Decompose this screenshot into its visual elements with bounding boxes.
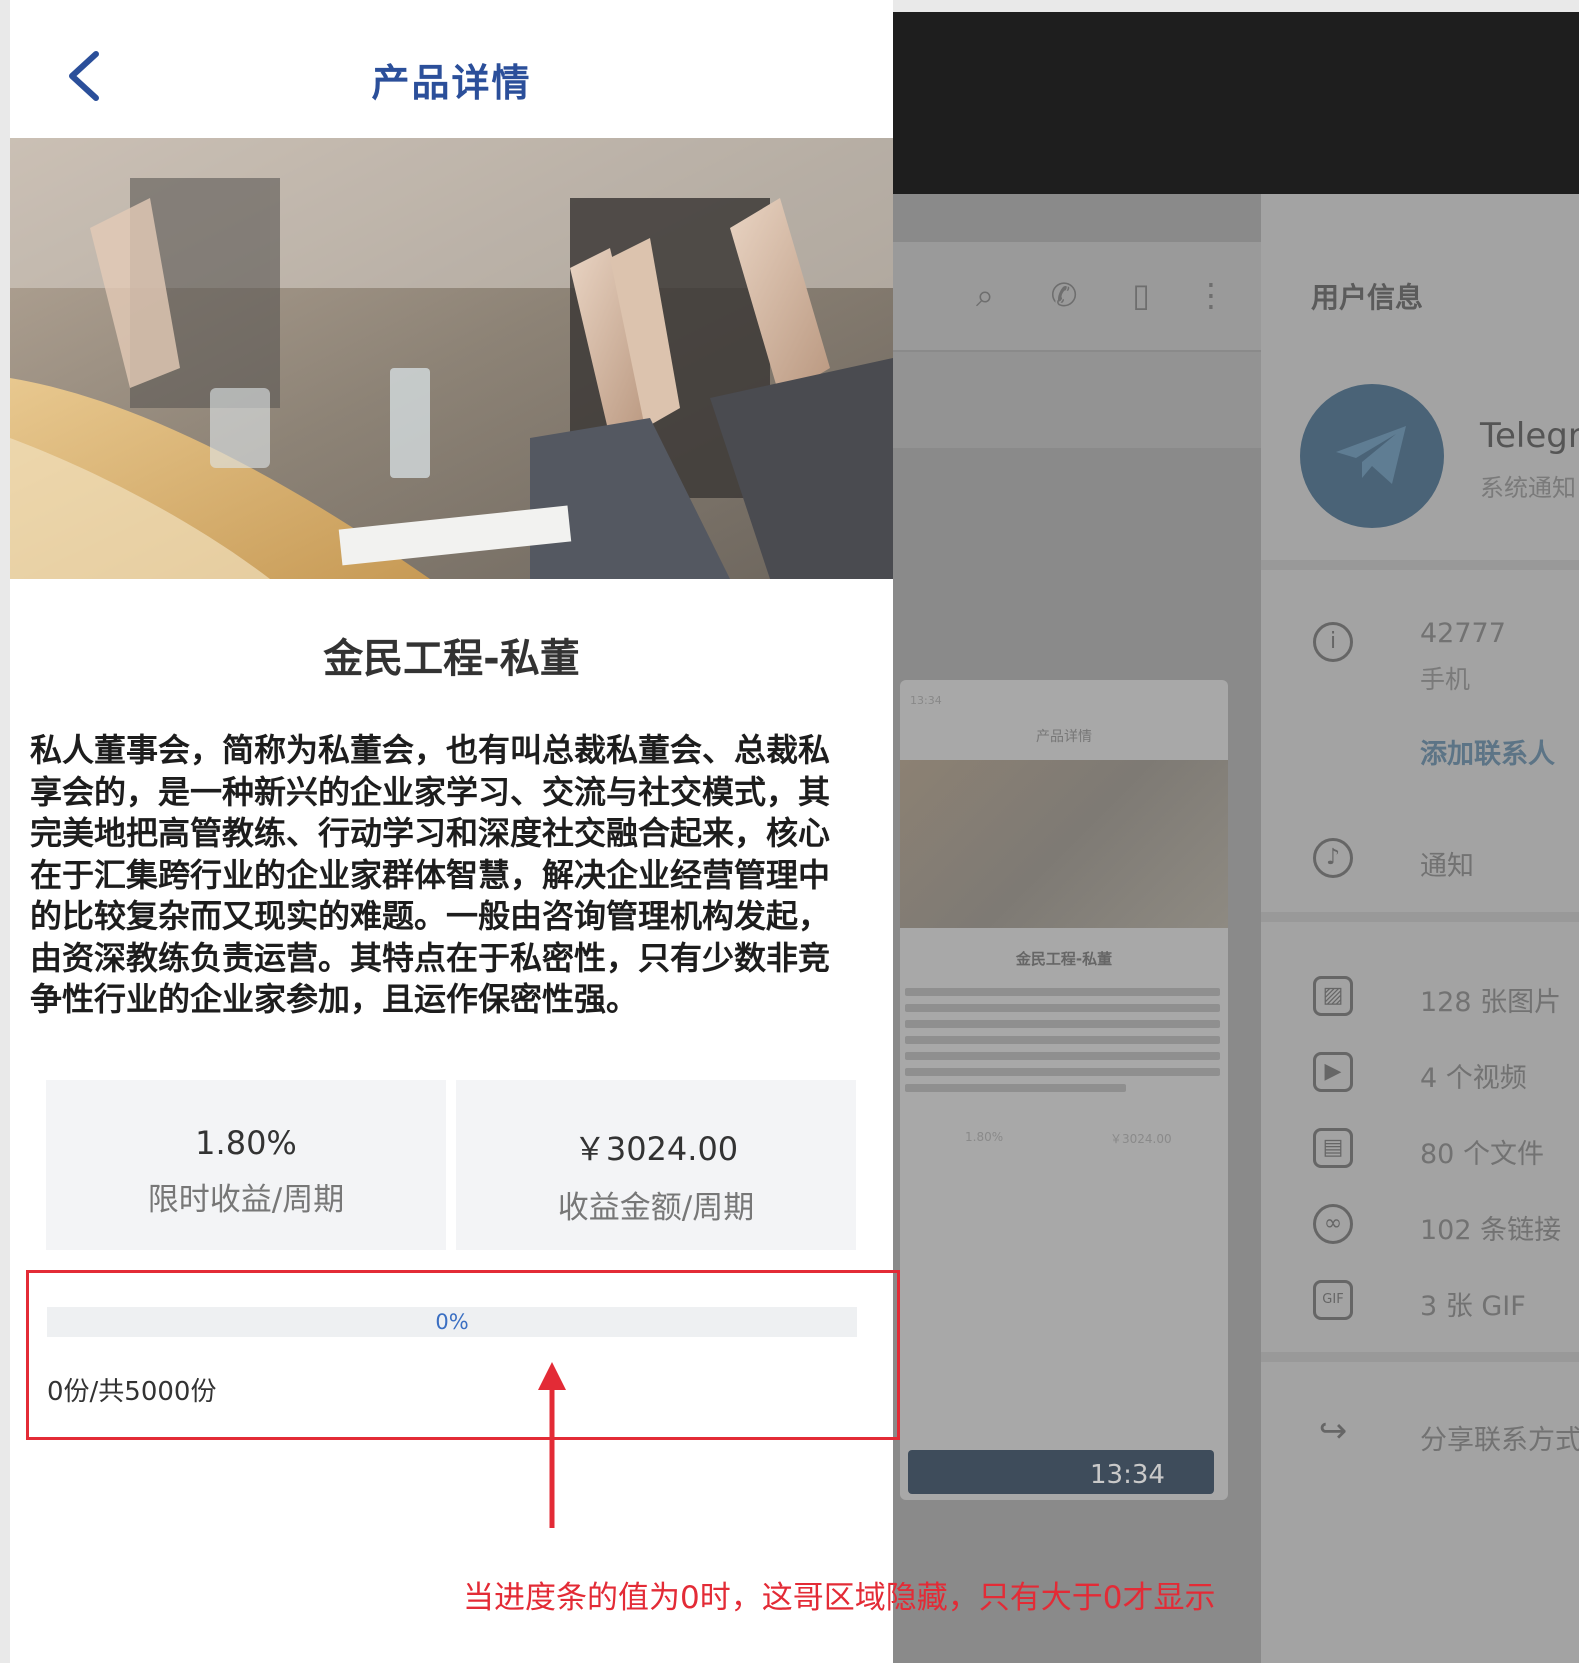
phone-label: 手机	[1420, 665, 1471, 694]
mini-status-time: 13:34	[910, 694, 942, 707]
contact-subtitle: 系统通知	[1480, 474, 1576, 502]
message-timestamp: 13:34	[1090, 1460, 1165, 1490]
page-title: 产品详情	[371, 61, 532, 105]
notifications-label[interactable]: 通知	[1420, 844, 1474, 883]
phone-screen: 产品详情 金民工程-私董 私人董事会，简称为私董会，也有叫总裁私董会、总裁私享会…	[10, 0, 900, 1663]
progress-percent: 0%	[435, 1310, 469, 1334]
gif-icon: GIF	[1313, 1280, 1353, 1320]
add-contact-link[interactable]: 添加联系人	[1420, 732, 1555, 771]
stat-amount-box: ￥3024.00 收益金额/周期	[456, 1080, 856, 1250]
telegram-plane-icon	[1336, 426, 1406, 484]
share-icon: ↪	[1318, 1411, 1348, 1451]
telegram-top-bar	[893, 12, 1579, 194]
video-icon: ▶	[1313, 1052, 1353, 1092]
product-title: 金民工程-私董	[323, 636, 580, 682]
phone-number: 42777	[1420, 618, 1506, 649]
shares-count: 0份/共5000份	[47, 1377, 217, 1407]
amount-value: ￥3024.00	[573, 1130, 739, 1168]
yield-label: 限时收益/周期	[147, 1182, 345, 1218]
bell-icon: ♪	[1313, 838, 1353, 878]
media-gifs[interactable]: 3 张 GIF	[1420, 1284, 1526, 1323]
panel-divider	[1261, 560, 1579, 570]
panel-divider	[1261, 1352, 1579, 1362]
sidebar-toggle-icon[interactable]: ▯	[1122, 276, 1160, 314]
media-files[interactable]: 80 个文件	[1420, 1132, 1544, 1171]
mini-stat-left: 1.80%	[965, 1130, 1004, 1144]
share-contact-item[interactable]: 分享联系方式	[1420, 1418, 1579, 1457]
progress-highlight-box: 0% 0份/共5000份	[26, 1270, 900, 1440]
mini-description-lines	[905, 988, 1220, 1100]
media-links[interactable]: 102 条链接	[1420, 1208, 1561, 1247]
more-menu-icon[interactable]: ⋮	[1192, 276, 1230, 314]
contact-name: Telegra	[1480, 416, 1579, 456]
image-icon: ▨	[1313, 976, 1353, 1016]
annotation-arrow-icon	[538, 1362, 566, 1528]
product-hero-image	[10, 138, 893, 579]
link-icon: ∞	[1313, 1204, 1353, 1244]
product-description: 私人董事会，简称为私董会，也有叫总裁私董会、总裁私享会的，是一种新兴的企业家学习…	[30, 731, 831, 1018]
media-images[interactable]: 128 张图片	[1420, 980, 1561, 1019]
amount-label: 收益金额/周期	[557, 1190, 755, 1226]
annotation-note: 当进度条的值为0时，这哥区域隐藏，只有大于0才显示	[463, 1580, 1216, 1616]
mini-hero-image	[900, 760, 1228, 928]
yield-value: 1.80%	[195, 1124, 297, 1162]
info-icon: i	[1313, 622, 1353, 662]
file-icon: ▤	[1313, 1128, 1353, 1168]
media-videos[interactable]: 4 个视频	[1420, 1056, 1527, 1095]
mini-buy-button	[908, 1450, 1214, 1494]
panel-divider	[1261, 912, 1579, 922]
mini-product-title: 金民工程-私董	[1015, 950, 1113, 968]
search-icon[interactable]: ⌕	[966, 276, 1004, 314]
progress-bar: 0%	[47, 1307, 857, 1337]
mini-stat-right: ￥3024.00	[1110, 1132, 1172, 1146]
user-info-title: 用户信息	[1311, 281, 1424, 314]
phone-call-icon[interactable]: ✆	[1045, 276, 1083, 314]
telegram-pinned-bar	[893, 352, 1261, 448]
nav-bar: 产品详情	[10, 0, 893, 138]
stat-yield-box: 1.80% 限时收益/周期	[46, 1080, 446, 1250]
mini-nav-title: 产品详情	[1036, 729, 1092, 745]
